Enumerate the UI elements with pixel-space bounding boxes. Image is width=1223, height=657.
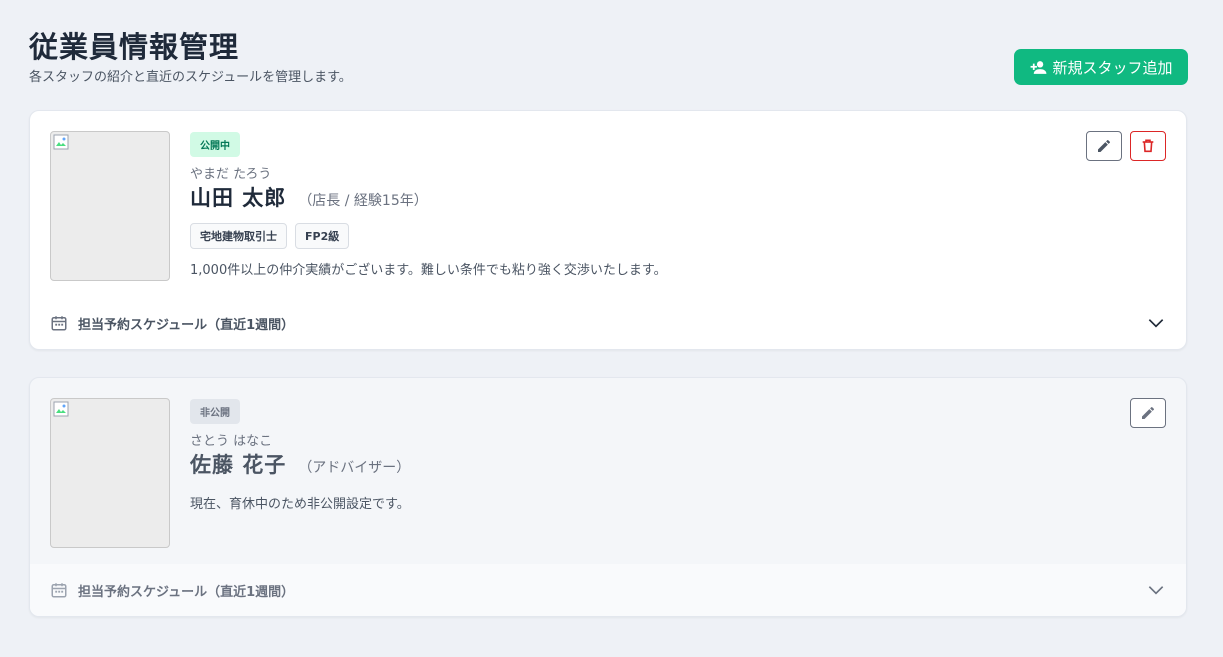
calendar-icon	[51, 316, 67, 331]
broken-image-icon	[53, 401, 69, 417]
card-actions	[1086, 131, 1166, 161]
staff-name: 山田 太郎	[190, 186, 287, 210]
broken-image-icon	[53, 134, 69, 150]
staff-info: 非公開 さとう はなこ 佐藤 花子 （アドバイザー） 現在、育休中のため非公開設…	[190, 399, 1086, 512]
status-badge: 公開中	[190, 132, 240, 157]
qualification-tags: 宅地建物取引士 FP2級	[190, 223, 1086, 249]
status-badge: 非公開	[190, 399, 240, 424]
staff-card: 非公開 さとう はなこ 佐藤 花子 （アドバイザー） 現在、育休中のため非公開設…	[29, 377, 1187, 617]
staff-info: 公開中 やまだ たろう 山田 太郎 （店長 / 経験15年） 宅地建物取引士 F…	[190, 132, 1086, 278]
calendar-icon	[51, 583, 67, 598]
staff-role: （アドバイザー）	[298, 460, 411, 476]
staff-kana: さとう はなこ	[190, 434, 273, 449]
name-row: 佐藤 花子 （アドバイザー）	[190, 449, 1086, 479]
staff-photo	[50, 398, 170, 548]
chevron-down-icon	[1148, 586, 1164, 595]
qualification-tag: 宅地建物取引士	[190, 223, 287, 249]
staff-role: （店長 / 経験15年）	[298, 193, 428, 209]
schedule-label: 担当予約スケジュール（直近1週間）	[78, 317, 295, 333]
schedule-label: 担当予約スケジュール（直近1週間）	[78, 584, 295, 600]
schedule-toggle[interactable]: 担当予約スケジュール（直近1週間）	[30, 297, 1186, 349]
page-title: 従業員情報管理	[29, 30, 240, 64]
edit-button[interactable]	[1130, 398, 1166, 428]
chevron-down-icon	[1148, 319, 1164, 328]
name-row: 山田 太郎 （店長 / 経験15年）	[190, 182, 1086, 212]
staff-card: 公開中 やまだ たろう 山田 太郎 （店長 / 経験15年） 宅地建物取引士 F…	[29, 110, 1187, 350]
staff-description: 現在、育休中のため非公開設定です。	[190, 497, 410, 512]
add-staff-button-label: 新規スタッフ追加	[1052, 58, 1173, 77]
pencil-icon	[1142, 407, 1154, 419]
pencil-icon	[1098, 140, 1110, 152]
add-staff-button[interactable]: 新規スタッフ追加	[1014, 49, 1188, 85]
staff-name: 佐藤 花子	[190, 453, 287, 477]
qualification-tag: FP2級	[295, 223, 350, 249]
staff-kana: やまだ たろう	[190, 167, 272, 182]
schedule-toggle[interactable]: 担当予約スケジュール（直近1週間）	[30, 564, 1186, 616]
trash-icon	[1142, 139, 1154, 153]
page-subtitle: 各スタッフの紹介と直近のスケジュールを管理します。	[29, 70, 352, 85]
card-actions	[1130, 398, 1166, 428]
staff-description: 1,000件以上の仲介実績がございます。難しい条件でも粘り強く交渉いたします。	[190, 263, 667, 278]
edit-button[interactable]	[1086, 131, 1122, 161]
staff-management-page: 従業員情報管理 各スタッフの紹介と直近のスケジュールを管理します。 新規スタッフ…	[0, 0, 1223, 657]
user-plus-icon	[1031, 60, 1047, 74]
delete-button[interactable]	[1130, 131, 1166, 161]
staff-photo	[50, 131, 170, 281]
